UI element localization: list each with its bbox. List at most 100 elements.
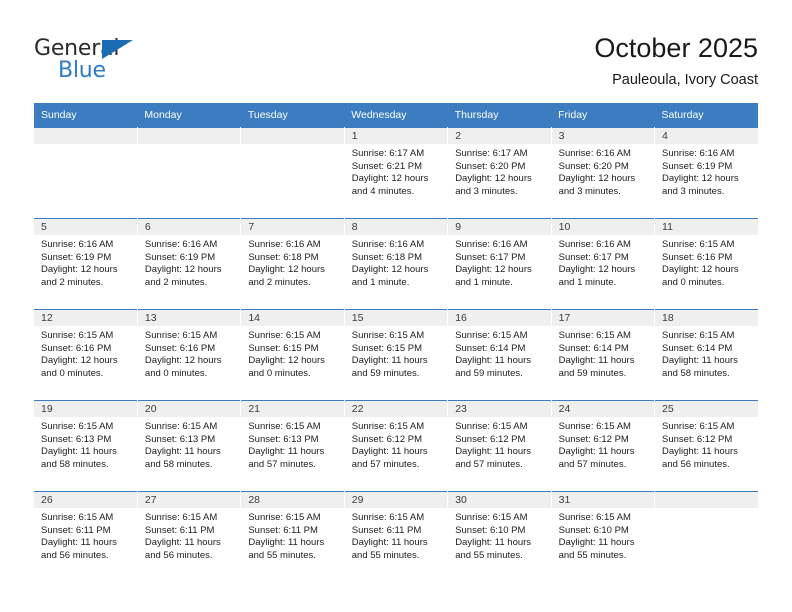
daylight-text-line1: Daylight: 12 hours — [455, 264, 532, 276]
weekday-header-saturday: Saturday — [654, 103, 758, 128]
calendar-day-cell[interactable]: 21 Sunrise: 6:15 AM Sunset: 6:13 PM Dayligh… — [240, 400, 345, 492]
sunrise-text: Sunrise: 6:15 AM — [662, 421, 735, 432]
calendar-week-row: 5 Sunrise: 6:16 AM Sunset: 6:19 PM Daylight… — [34, 218, 758, 310]
daylight-text-line2: and 57 minutes. — [455, 458, 523, 470]
calendar-day-cell[interactable]: 31 Sunrise: 6:15 AM Sunset: 6:10 PM Dayligh… — [551, 491, 656, 582]
calendar-day-cell[interactable]: 7 Sunrise: 6:16 AM Sunset: 6:18 PM Daylight… — [240, 218, 345, 310]
sunrise-text: Sunrise: 6:15 AM — [144, 421, 218, 432]
sunset-text: Sunset: 6:18 PM — [351, 251, 422, 263]
day-details: Sunrise: 6:15 AM Sunset: 6:11 PM Daylight:… — [241, 508, 343, 562]
calendar-day-cell[interactable]: 29 Sunrise: 6:15 AM Sunset: 6:11 PM Dayligh… — [344, 491, 449, 582]
calendar-day-cell[interactable]: 17 Sunrise: 6:15 AM Sunset: 6:14 PM Dayligh… — [551, 309, 656, 401]
page-title: October 2025 — [594, 33, 758, 63]
daylight-text-line2: and 1 minute. — [351, 276, 410, 288]
daylight-text-line2: and 58 minutes. — [41, 458, 109, 470]
daylight-text-line1: Daylight: 12 hours — [558, 264, 636, 276]
sunrise-text: Sunrise: 6:15 AM — [455, 421, 528, 432]
day-number: 23 — [448, 401, 551, 417]
day-details: Sunrise: 6:15 AM Sunset: 6:11 PM Daylight:… — [138, 508, 240, 562]
day-details: Sunrise: 6:15 AM Sunset: 6:14 PM Daylight:… — [448, 326, 550, 380]
calendar-day-cell[interactable]: 24 Sunrise: 6:15 AM Sunset: 6:12 PM Dayligh… — [551, 400, 656, 492]
calendar-day-cell[interactable]: 22 Sunrise: 6:15 AM Sunset: 6:12 PM Dayligh… — [344, 400, 449, 492]
calendar-day-cell[interactable]: 15 Sunrise: 6:15 AM Sunset: 6:15 PM Dayligh… — [344, 309, 449, 401]
sunset-text: Sunset: 6:12 PM — [662, 433, 733, 445]
daylight-text-line2: and 0 minutes. — [41, 367, 104, 379]
sunset-text: Sunset: 6:11 PM — [248, 524, 318, 536]
sunset-text: Sunset: 6:20 PM — [455, 160, 526, 172]
day-number: 17 — [551, 310, 655, 326]
daylight-text-line2: and 56 minutes. — [41, 549, 109, 561]
day-details: Sunrise: 6:15 AM Sunset: 6:10 PM Daylight:… — [552, 508, 654, 562]
calendar-day-cell[interactable]: 11 Sunrise: 6:15 AM Sunset: 6:16 PM Dayligh… — [654, 218, 758, 310]
calendar-week-row: 26 Sunrise: 6:15 AM Sunset: 6:11 PM Dayligh… — [34, 491, 758, 582]
calendar-day-cell[interactable]: 3 Sunrise: 6:16 AM Sunset: 6:20 PM Daylight… — [551, 127, 656, 219]
day-details: Sunrise: 6:15 AM Sunset: 6:16 PM Daylight:… — [138, 326, 240, 380]
weekday-header-thursday: Thursday — [447, 103, 552, 128]
calendar-day-cell[interactable]: 10 Sunrise: 6:16 AM Sunset: 6:17 PM Dayligh… — [551, 218, 656, 310]
weekday-header-friday: Friday — [551, 103, 655, 128]
sunrise-text: Sunrise: 6:15 AM — [558, 512, 631, 523]
day-details: Sunrise: 6:16 AM Sunset: 6:18 PM Daylight:… — [345, 235, 447, 289]
calendar-day-cell[interactable]: 9 Sunrise: 6:16 AM Sunset: 6:17 PM Daylight… — [447, 218, 552, 310]
day-details: Sunrise: 6:16 AM Sunset: 6:17 PM Daylight:… — [448, 235, 550, 289]
daylight-text-line1: Daylight: 11 hours — [351, 537, 428, 549]
daylight-text-line1: Daylight: 12 hours — [41, 264, 118, 276]
calendar-day-cell[interactable]: 23 Sunrise: 6:15 AM Sunset: 6:12 PM Dayligh… — [447, 400, 552, 492]
day-details: Sunrise: 6:15 AM Sunset: 6:14 PM Daylight:… — [552, 326, 654, 380]
day-details: Sunrise: 6:16 AM Sunset: 6:19 PM Daylight:… — [655, 144, 758, 198]
sunrise-text: Sunrise: 6:15 AM — [455, 330, 528, 341]
weekday-header-wednesday: Wednesday — [344, 103, 448, 128]
day-number: 16 — [448, 310, 551, 326]
sunrise-text: Sunrise: 6:15 AM — [248, 421, 321, 432]
calendar-cell-empty — [34, 127, 138, 219]
calendar-day-cell[interactable]: 13 Sunrise: 6:15 AM Sunset: 6:16 PM Dayligh… — [137, 309, 242, 401]
sunrise-text: Sunrise: 6:15 AM — [248, 330, 321, 341]
daylight-text-line2: and 3 minutes. — [662, 185, 725, 197]
daylight-text-line1: Daylight: 12 hours — [248, 355, 325, 367]
daylight-text-line2: and 0 minutes. — [662, 276, 725, 288]
sunrise-text: Sunrise: 6:15 AM — [144, 512, 218, 523]
calendar-cell-empty — [654, 491, 758, 582]
weekday-header-row: Sunday Monday Tuesday Wednesday Thursday… — [34, 103, 758, 128]
calendar-cell-empty — [137, 127, 242, 219]
calendar-day-cell[interactable]: 28 Sunrise: 6:15 AM Sunset: 6:11 PM Dayligh… — [240, 491, 345, 582]
daylight-text-line2: and 55 minutes. — [351, 549, 420, 561]
sunset-text: Sunset: 6:12 PM — [455, 433, 526, 445]
calendar-day-cell[interactable]: 12 Sunrise: 6:15 AM Sunset: 6:16 PM Dayligh… — [34, 309, 138, 401]
calendar-day-cell[interactable]: 8 Sunrise: 6:16 AM Sunset: 6:18 PM Daylight… — [344, 218, 449, 310]
calendar-day-cell[interactable]: 27 Sunrise: 6:15 AM Sunset: 6:11 PM Dayligh… — [137, 491, 242, 582]
day-details: Sunrise: 6:16 AM Sunset: 6:19 PM Daylight:… — [34, 235, 137, 289]
day-number: 8 — [344, 219, 448, 235]
calendar-day-cell[interactable]: 19 Sunrise: 6:15 AM Sunset: 6:13 PM Dayligh… — [34, 400, 138, 492]
calendar-day-cell[interactable]: 1 Sunrise: 6:17 AM Sunset: 6:21 PM Daylight… — [344, 127, 449, 219]
daylight-text-line1: Daylight: 11 hours — [351, 446, 428, 458]
calendar-day-cell[interactable]: 6 Sunrise: 6:16 AM Sunset: 6:19 PM Daylight… — [137, 218, 242, 310]
day-number: 3 — [551, 128, 655, 144]
calendar-day-cell[interactable]: 5 Sunrise: 6:16 AM Sunset: 6:19 PM Daylight… — [34, 218, 138, 310]
day-number: 13 — [137, 310, 241, 326]
sunrise-text: Sunrise: 6:15 AM — [41, 421, 114, 432]
calendar-day-cell[interactable]: 25 Sunrise: 6:15 AM Sunset: 6:12 PM Dayligh… — [654, 400, 758, 492]
calendar-day-cell[interactable]: 30 Sunrise: 6:15 AM Sunset: 6:10 PM Dayligh… — [447, 491, 552, 582]
day-number: 29 — [344, 492, 448, 508]
calendar-day-cell[interactable]: 20 Sunrise: 6:15 AM Sunset: 6:13 PM Dayligh… — [137, 400, 242, 492]
sunrise-text: Sunrise: 6:17 AM — [455, 148, 528, 159]
calendar-day-cell[interactable]: 26 Sunrise: 6:15 AM Sunset: 6:11 PM Dayligh… — [34, 491, 138, 582]
calendar-day-cell[interactable]: 4 Sunrise: 6:16 AM Sunset: 6:19 PM Daylight… — [654, 127, 758, 219]
day-number: 25 — [655, 401, 758, 417]
calendar-day-cell[interactable]: 2 Sunrise: 6:17 AM Sunset: 6:20 PM Daylight… — [447, 127, 552, 219]
sunrise-text: Sunrise: 6:15 AM — [41, 330, 114, 341]
daylight-text-line2: and 2 minutes. — [144, 276, 208, 288]
sunset-text: Sunset: 6:14 PM — [662, 342, 733, 354]
day-number: 15 — [344, 310, 448, 326]
calendar-day-cell[interactable]: 14 Sunrise: 6:15 AM Sunset: 6:15 PM Dayligh… — [240, 309, 345, 401]
day-details: Sunrise: 6:15 AM Sunset: 6:11 PM Daylight:… — [34, 508, 137, 562]
daylight-text-line1: Daylight: 11 hours — [144, 537, 221, 549]
sunrise-text: Sunrise: 6:16 AM — [558, 148, 631, 159]
day-number: 19 — [34, 401, 137, 417]
calendar-day-cell[interactable]: 16 Sunrise: 6:15 AM Sunset: 6:14 PM Dayligh… — [447, 309, 552, 401]
sunrise-text: Sunrise: 6:15 AM — [558, 421, 631, 432]
sunset-text: Sunset: 6:17 PM — [455, 251, 526, 263]
sunset-text: Sunset: 6:19 PM — [41, 251, 112, 263]
calendar-day-cell[interactable]: 18 Sunrise: 6:15 AM Sunset: 6:14 PM Dayligh… — [654, 309, 758, 401]
